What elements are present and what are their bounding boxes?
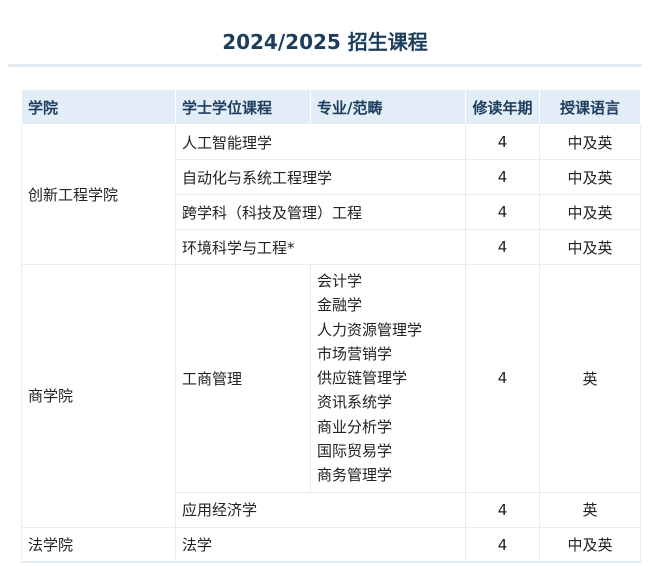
major-item: 人力资源管理学	[317, 320, 423, 339]
years-cell: 4	[465, 526, 540, 563]
years-cell: 4	[465, 194, 540, 230]
major-item: 国际贸易学	[317, 442, 393, 461]
title-section: 2024/2025 招生课程	[8, 0, 642, 67]
years-cell: 4	[465, 491, 540, 528]
years-cell: 4	[465, 159, 540, 195]
language-cell: 中及英	[539, 159, 641, 195]
language-cell: 英	[539, 264, 641, 493]
header-program: 学士学位课程	[175, 89, 311, 125]
school-cell: 创新工程学院	[21, 124, 176, 265]
table-row: 商学院 工商管理 会计学 金融学 人力资源管理学 市场营销学 供应链管理学 资讯…	[21, 264, 641, 528]
major-item: 资讯系统学	[317, 393, 393, 412]
table-row: 创新工程学院 人工智能理学 4 中及英	[21, 124, 641, 265]
major-item: 市场营销学	[317, 344, 393, 363]
program-cell: 环境科学与工程*	[175, 229, 466, 265]
years-cell: 4	[465, 124, 540, 160]
major-item: 金融学	[317, 296, 363, 315]
language-cell: 中及英	[539, 124, 641, 160]
major-item: 供应链管理学	[317, 369, 408, 388]
years-cell: 4	[465, 229, 540, 265]
program-cell: 应用经济学	[175, 491, 466, 528]
years-cell: 4	[465, 264, 540, 493]
table-header-row: 学院 学士学位课程 专业/范畴 修读年期 授课语言	[21, 89, 641, 125]
major-item: 会计学	[317, 272, 363, 290]
school-cell: 商学院	[21, 264, 176, 528]
major-item: 商务管理学	[317, 466, 393, 485]
program-cell: 法学	[175, 526, 466, 563]
program-cell: 跨学科（科技及管理）工程	[175, 194, 466, 230]
header-school: 学院	[21, 89, 176, 125]
majors-cell: 会计学 金融学 人力资源管理学 市场营销学 供应链管理学 资讯系统学 商业分析学…	[310, 264, 466, 493]
school-cell: 法学院	[21, 526, 176, 563]
language-cell: 英	[539, 491, 641, 528]
major-item: 商业分析学	[317, 417, 393, 436]
program-cell: 自动化与系统工程理学	[175, 159, 466, 195]
program-cell: 人工智能理学	[175, 124, 466, 160]
header-language: 授课语言	[539, 89, 641, 125]
table-bottom-border	[21, 561, 640, 563]
language-cell: 中及英	[539, 229, 641, 265]
header-years: 修读年期	[465, 89, 540, 125]
language-cell: 中及英	[539, 194, 641, 230]
programs-table: 学院 学士学位课程 专业/范畴 修读年期 授课语言 创新工程学院 人工智能理学 …	[21, 89, 641, 563]
header-major: 专业/范畴	[310, 89, 466, 125]
page-title: 2024/2025 招生课程	[222, 30, 428, 54]
table-row: 法学院 法学 4 中及英	[21, 526, 641, 563]
language-cell: 中及英	[539, 526, 641, 563]
program-cell: 工商管理	[175, 264, 311, 493]
